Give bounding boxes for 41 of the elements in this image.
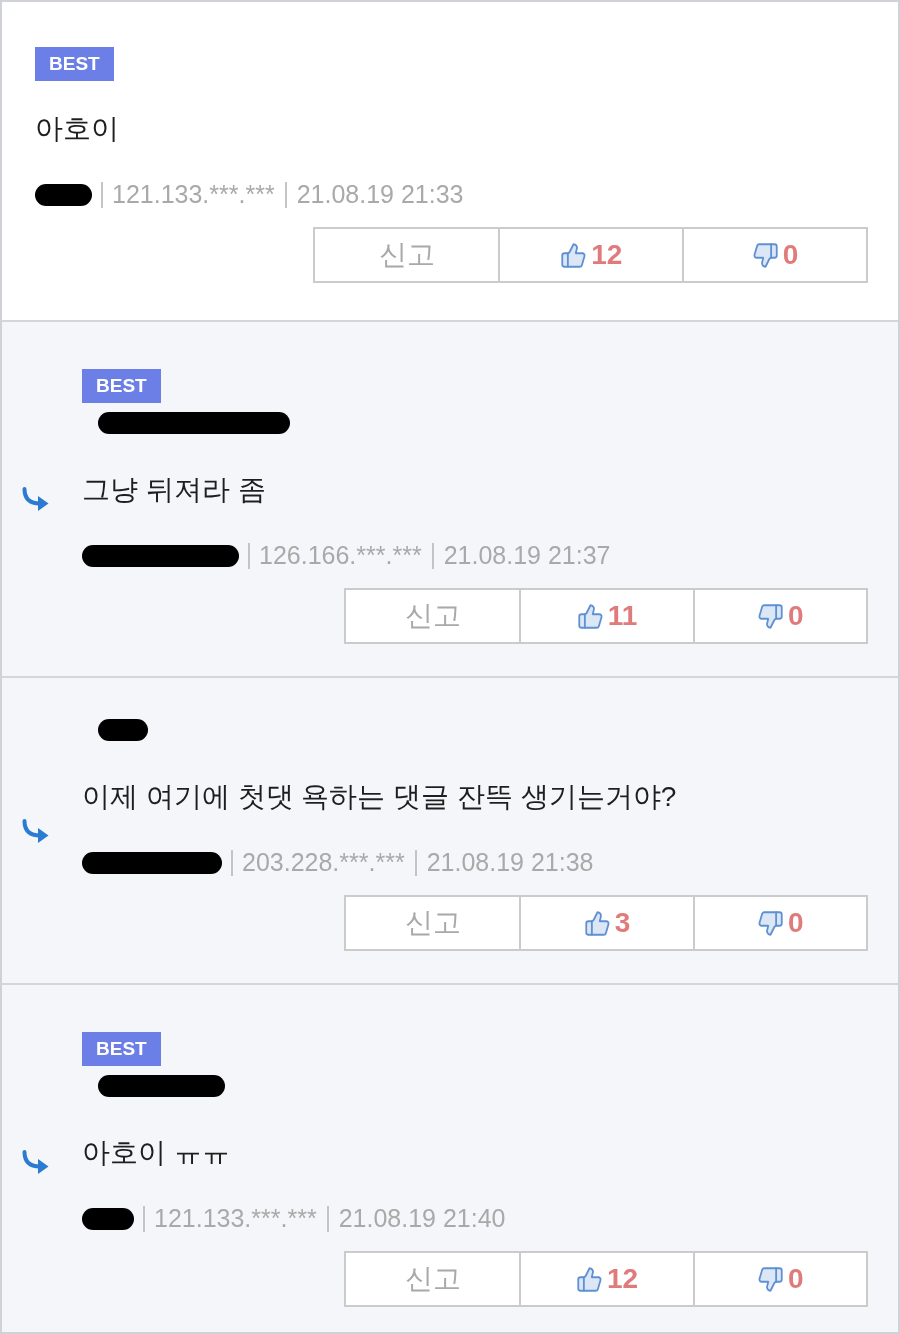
best-badge: BEST	[35, 47, 114, 81]
thumbs-down-icon	[757, 909, 785, 937]
report-button[interactable]: 신고	[346, 590, 520, 642]
thumbs-up-icon	[583, 909, 611, 937]
reply-arrow-icon	[21, 818, 49, 843]
thumbs-down-icon	[751, 241, 779, 269]
reply-arrow-icon	[21, 487, 49, 511]
dislike-button[interactable]: 0	[682, 229, 866, 281]
ip-address: 126.166.***.***	[259, 540, 422, 572]
ip-address: 203.228.***.***	[242, 847, 405, 879]
best-badge: BEST	[82, 1032, 161, 1066]
dislike-button[interactable]: 0	[692, 590, 866, 642]
dislike-button[interactable]: 0	[692, 897, 866, 949]
comment-text: 이제 여기에 첫댓 욕하는 댓글 잔뜩 생기는거야?	[82, 780, 678, 814]
thumbs-down-icon	[757, 602, 785, 630]
thumbs-up-icon	[560, 241, 588, 269]
redaction-bar	[35, 184, 92, 206]
thumbs-up-icon	[576, 602, 604, 630]
comment-text: 아호이	[35, 112, 120, 146]
comment-date: 21.08.19 21:38	[426, 847, 594, 879]
like-button[interactable]: 12	[498, 229, 683, 281]
comment-date: 21.08.19 21:33	[296, 179, 464, 211]
report-button[interactable]: 신고	[346, 1253, 520, 1305]
report-button[interactable]: 신고	[346, 897, 520, 949]
like-button[interactable]: 11	[519, 590, 693, 642]
redaction-bar	[98, 719, 148, 741]
thumbs-down-icon	[757, 1265, 785, 1293]
comment-date: 21.08.19 21:37	[443, 540, 611, 572]
report-button[interactable]: 신고	[314, 229, 499, 281]
like-button[interactable]: 12	[519, 1253, 693, 1305]
redaction-bar	[82, 1208, 134, 1230]
ip-address: 121.133.***.***	[112, 179, 275, 211]
comment-text: 아호이 ㅠㅠ	[82, 1136, 231, 1170]
dislike-button[interactable]: 0	[692, 1253, 866, 1305]
reply-arrow-icon	[21, 1150, 49, 1174]
ip-address: 121.133.***.***	[154, 1203, 317, 1235]
like-button[interactable]: 3	[519, 897, 693, 949]
comment-date: 21.08.19 21:40	[338, 1203, 506, 1235]
best-badge: BEST	[82, 369, 161, 403]
comment-text: 그냥 뒤져라 좀	[82, 473, 267, 507]
thumbs-up-icon	[575, 1265, 603, 1293]
